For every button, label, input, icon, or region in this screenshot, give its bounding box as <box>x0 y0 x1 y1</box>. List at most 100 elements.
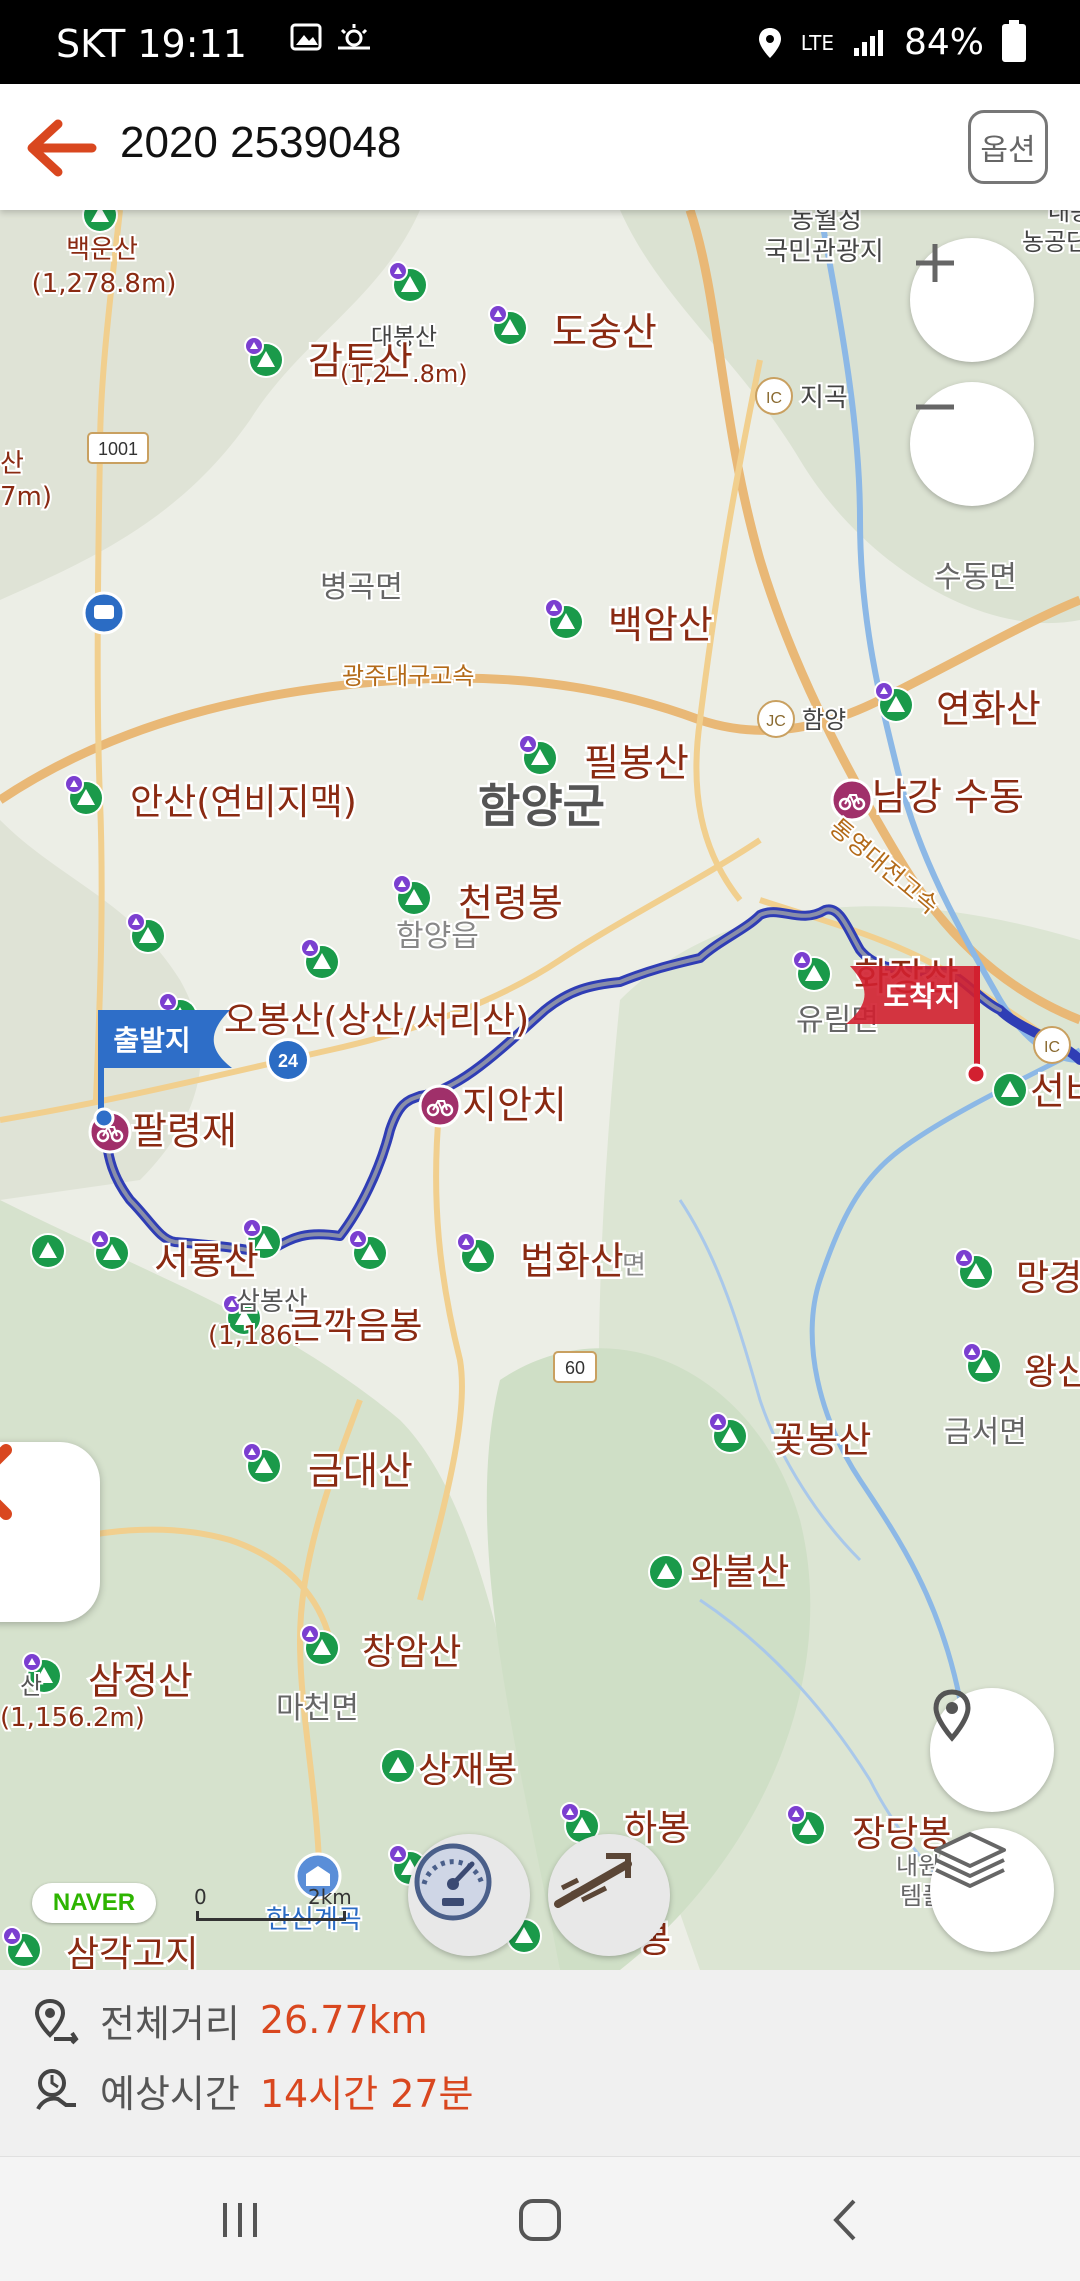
label-park2: 국민관광지 <box>764 237 884 267</box>
battery-icon <box>1002 19 1026 62</box>
label-seonbi: 선비 <box>1030 1069 1080 1113</box>
label-myeon-suffix: 면 <box>622 1251 646 1281</box>
label-macheon: 마천면 <box>276 1691 359 1726</box>
label-samgakgoji: 삼각고지 <box>66 1934 198 1970</box>
label-samjeong-elev: (1,156.2m) <box>0 1703 145 1733</box>
time-row: 예상시간 14시간 27분 <box>32 2060 474 2120</box>
label-highway: 광주대구고속 <box>342 662 474 690</box>
home-icon <box>519 2199 561 2241</box>
speedometer-icon <box>414 1843 492 1921</box>
start-flag-label: 출발지 <box>113 1024 190 1057</box>
label-left-elev: 7m) <box>0 482 52 512</box>
back-button[interactable] <box>18 106 102 190</box>
road-60-badge: 60 <box>553 1351 597 1383</box>
minus-icon <box>916 404 954 410</box>
hiker-clock-icon <box>36 2069 76 2111</box>
app-bar: 2020 2539048 옵션 <box>0 84 1080 210</box>
label-park1: 농월정 <box>790 210 862 235</box>
carrier-time: SKT 19:11 <box>56 22 247 66</box>
chevron-left-icon <box>0 1444 12 1520</box>
svg-text:IC: IC <box>1044 1039 1060 1056</box>
peak-marker-sangjae[interactable] <box>380 1748 416 1784</box>
system-nav-bar <box>0 2156 1080 2281</box>
speed-tool-button[interactable] <box>408 1834 530 1956</box>
label-palryeongjae: 팔령재 <box>132 1109 237 1153</box>
route-title: 2020 2539048 <box>120 118 402 167</box>
label-wangsan: 왕산 <box>1024 1352 1080 1393</box>
battery-percent: 84% <box>903 22 984 63</box>
label-baekamsan: 백암산 <box>608 603 713 647</box>
naver-logo: NAVER <box>32 1883 156 1923</box>
plus-icon <box>916 244 954 282</box>
svg-text:IC: IC <box>766 390 782 407</box>
map-layers-button[interactable] <box>930 1828 1054 1952</box>
label-sudong: 수동면 <box>934 560 1017 595</box>
ic-jigok-badge: IC <box>755 377 793 415</box>
network-type: LTE <box>800 30 834 55</box>
label-wabulsan: 와불산 <box>690 1552 789 1593</box>
gallery-icon <box>290 23 322 51</box>
svg-text:60: 60 <box>565 1358 585 1378</box>
label-changamsan: 창암산 <box>362 1632 461 1673</box>
scale-bar <box>196 1911 346 1921</box>
end-flag-label: 도착지 <box>883 980 960 1013</box>
label-park3: 농공단 <box>1022 228 1080 256</box>
weather-icon <box>338 24 371 50</box>
label-baekunsan: 백운산 <box>66 235 138 265</box>
label-keunkkageumbong: 큰깍음봉 <box>290 1306 422 1347</box>
label-namgang: 남강 수동 <box>872 775 1024 819</box>
label-park4: 대봉산 <box>1048 210 1080 226</box>
options-button[interactable]: 옵션 <box>968 110 1048 184</box>
route-info-panel: 전체거리 26.77km 예상시간 14시간 27분 <box>0 1970 1080 2156</box>
notification-icons <box>290 22 374 60</box>
label-yeonhwasan: 연화산 <box>936 687 1041 731</box>
back-arrow-icon <box>27 119 97 177</box>
label-hamyanggun: 함양군 <box>478 779 605 833</box>
label-ansan: 안산(연비지맥) <box>130 782 357 823</box>
peak-marker-west1[interactable] <box>30 1233 66 1269</box>
my-location-button[interactable] <box>930 1688 1054 1812</box>
label-manggyeong: 망경 <box>1016 1258 1080 1299</box>
zoom-in-button[interactable] <box>910 238 1034 362</box>
label-geumdaesan: 금대산 <box>308 1449 413 1493</box>
map-view[interactable]: IC JC IC 1001 24 60 백운산 (1,278.8m) 대봉산 감… <box>0 210 1080 1970</box>
distance-row: 전체거리 26.77km <box>32 1990 428 2050</box>
distance-value: 26.77km <box>259 1998 428 2042</box>
bike-marker-jianchi[interactable] <box>418 1084 462 1128</box>
back-icon <box>833 2199 856 2241</box>
location-icon <box>758 27 781 58</box>
jc-hamyang-badge: JC <box>757 700 795 738</box>
recent-apps-button[interactable] <box>200 2185 280 2255</box>
label-byeonggok: 병곡면 <box>320 570 403 605</box>
svg-text:24: 24 <box>278 1051 298 1071</box>
label-samjeong-prefix: 산 <box>20 1672 42 1700</box>
status-bar: SKT 19:11 LTE 84% <box>0 0 1080 84</box>
label-seoryongsan: 서룡산 <box>154 1239 259 1283</box>
signal-icon <box>853 29 883 56</box>
label-baekunsan-elev: (1,278.8m) <box>32 269 177 299</box>
label-daebong-elev: (1,2 <box>340 360 388 388</box>
side-panel-toggle[interactable] <box>0 1442 100 1622</box>
bus-stop-icon[interactable] <box>82 591 126 635</box>
elevation-tool-button[interactable] <box>548 1834 670 1956</box>
label-jianchi: 지안치 <box>462 1083 567 1127</box>
map-scale: 0 2km <box>194 1885 352 1921</box>
label-left-san: 산 <box>0 449 24 479</box>
time-label: 예상시간 <box>100 2071 240 2116</box>
peak-marker-seonbi[interactable] <box>992 1072 1028 1108</box>
recent-apps-icon <box>223 2203 257 2237</box>
ic-seonbi-badge: IC <box>1033 1026 1071 1064</box>
label-dosungsan: 도숭산 <box>552 310 657 354</box>
map-pin-icon <box>933 1689 971 1742</box>
home-button[interactable] <box>500 2185 580 2255</box>
time-value: 14시간 27분 <box>259 2071 474 2116</box>
peak-marker-wabul[interactable] <box>648 1554 684 1590</box>
distance-label: 전체거리 <box>100 2001 240 2046</box>
zoom-out-button[interactable] <box>910 382 1034 506</box>
bike-marker-namgang[interactable] <box>830 778 874 822</box>
system-back-button[interactable] <box>806 2185 886 2255</box>
road-1001-badge: 1001 <box>87 432 149 464</box>
label-ic-jigok: 지곡 <box>800 383 848 413</box>
road-24-badge: 24 <box>266 1038 310 1082</box>
label-kkotbongsan: 꽃봉산 <box>772 1420 871 1461</box>
